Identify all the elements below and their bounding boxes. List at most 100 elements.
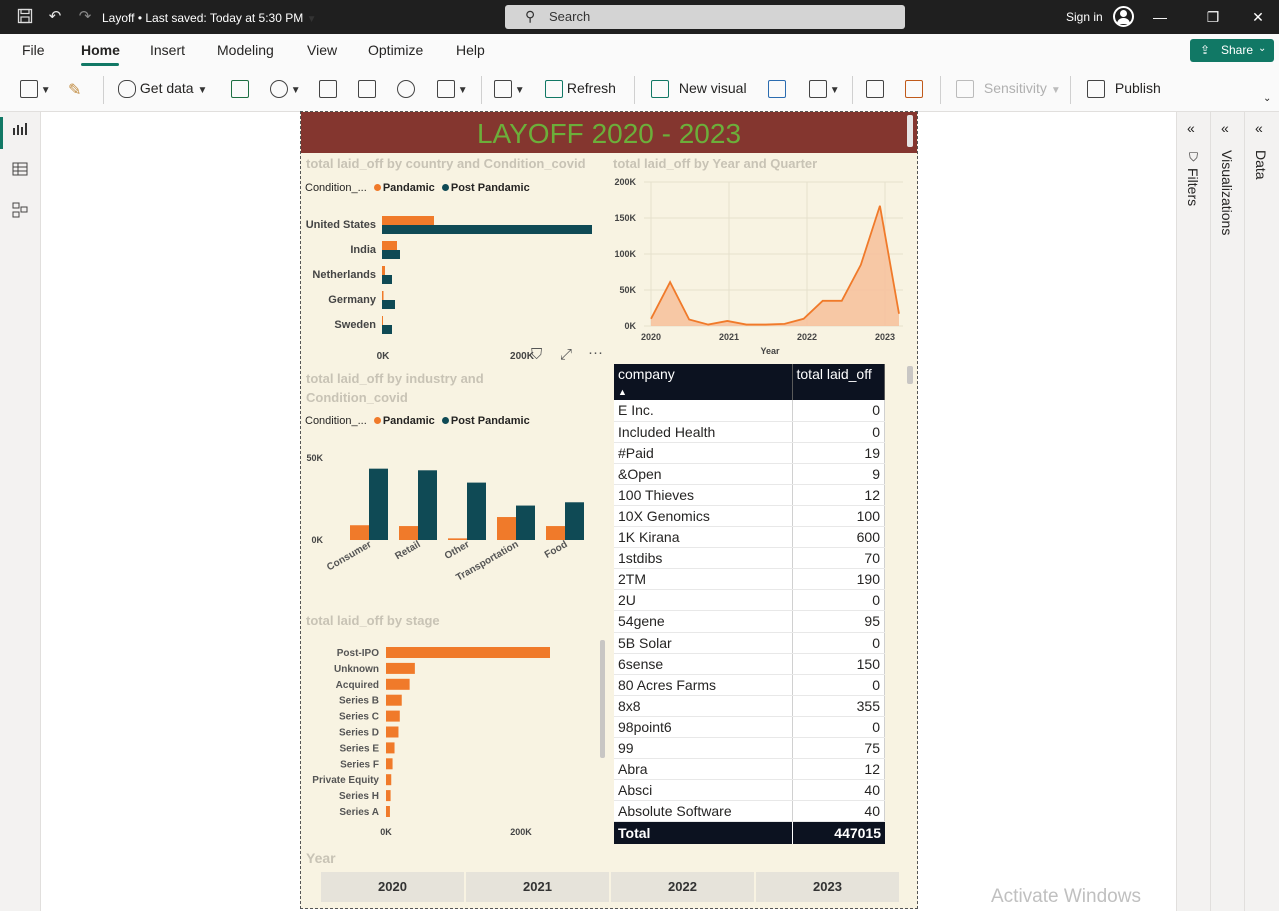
report-view-icon[interactable] <box>11 122 29 138</box>
table-row[interactable]: 1stdibs 70 <box>614 547 885 570</box>
sensitivity-button[interactable]: Sensitivity ▼ <box>956 80 1061 102</box>
y-tick-label: 0K <box>624 321 636 331</box>
stage-bar <box>386 790 391 802</box>
filter-icon[interactable]: ⛉ <box>531 346 542 363</box>
country-bar-chart[interactable]: United States India Netherlands Germany Swed… <box>301 204 609 364</box>
menu-optimize[interactable]: Optimize <box>368 42 423 58</box>
table-row[interactable]: 6sense 150 <box>614 653 885 675</box>
table-row[interactable]: 1K Kirana 600 <box>614 526 885 549</box>
table-row[interactable]: 98point6 0 <box>614 716 885 739</box>
table-scrollbar[interactable] <box>907 366 913 384</box>
table-row[interactable]: Included Health 0 <box>614 421 885 443</box>
table-row[interactable]: 80 Acres Farms 0 <box>614 674 885 696</box>
menu-view[interactable]: View <box>307 42 337 58</box>
company-cell: Abra <box>614 758 793 781</box>
queries-button[interactable]: ▼ <box>494 80 525 102</box>
column-header-company[interactable]: company ▲ <box>614 364 793 400</box>
stage-tick-label: Series B <box>339 696 379 707</box>
paste-button[interactable]: ▼ <box>20 80 51 102</box>
recent-sources-button[interactable] <box>397 80 415 102</box>
table-row[interactable]: E Inc. 0 <box>614 400 885 422</box>
table-row[interactable]: 54gene 95 <box>614 610 885 633</box>
minimize-icon[interactable]: — <box>1150 8 1170 26</box>
laid-off-cell: 0 <box>792 632 885 654</box>
undo-icon[interactable]: ↶ <box>46 8 64 26</box>
slicer-year-2020[interactable]: 2020 <box>321 872 464 902</box>
company-cell: 80 Acres Farms <box>614 674 793 696</box>
expand-filters-icon[interactable]: « <box>1187 120 1195 136</box>
new-measure-button[interactable] <box>866 80 884 102</box>
menu-modeling[interactable]: Modeling <box>217 42 274 58</box>
publish-icon <box>1087 80 1105 99</box>
model-view-icon[interactable] <box>11 202 29 218</box>
legend-title: Condition_... <box>305 415 367 427</box>
table-view-icon[interactable] <box>11 162 29 178</box>
redo-icon[interactable]: ↷ <box>76 8 94 26</box>
table-row[interactable]: Absolute Software 40 <box>614 800 885 823</box>
expand-data-icon[interactable]: « <box>1255 120 1263 136</box>
table-row[interactable]: 99 75 <box>614 737 885 760</box>
bar-post-pandemic <box>382 325 392 334</box>
format-painter-icon[interactable]: ✎ <box>68 80 81 102</box>
table-row[interactable]: &Open 9 <box>614 463 885 485</box>
more-options-icon[interactable]: ··· <box>588 344 603 361</box>
dataverse-button[interactable] <box>319 80 337 102</box>
share-button[interactable]: ⇪ Share ⌄ <box>1190 39 1274 62</box>
stage-scrollbar[interactable] <box>600 640 605 758</box>
stage-bar-chart[interactable]: Post-IPO Unknown Acquired Series B Series C S… <box>301 634 601 844</box>
legend-post-pandemic: Post Pandamic <box>450 182 530 194</box>
refresh-button[interactable]: Refresh <box>545 80 616 102</box>
slicer-year-2023[interactable]: 2023 <box>756 872 899 902</box>
bar-pandemic <box>382 266 385 275</box>
table-row[interactable]: 100 Thieves 12 <box>614 484 885 506</box>
text-box-button[interactable] <box>768 80 786 102</box>
page-scrollbar[interactable] <box>907 115 913 147</box>
enter-data-button[interactable] <box>358 80 376 102</box>
y-tick-label: 150K <box>614 213 636 223</box>
save-icon[interactable] <box>16 8 34 26</box>
focus-mode-icon[interactable]: ⤢ <box>560 346 572 363</box>
expand-visualizations-icon[interactable]: « <box>1221 120 1229 136</box>
restore-icon[interactable]: ❐ <box>1203 8 1223 26</box>
data-pane[interactable]: « Data <box>1244 112 1278 911</box>
divider <box>852 76 853 104</box>
quick-measure-button[interactable] <box>905 80 923 102</box>
slicer-year-2021[interactable]: 2021 <box>466 872 609 902</box>
refresh-icon <box>545 80 563 99</box>
close-icon[interactable]: ✕ <box>1248 8 1268 26</box>
menu-insert[interactable]: Insert <box>150 42 185 58</box>
filters-pane[interactable]: « ⛉ Filters <box>1176 112 1210 911</box>
visualizations-pane[interactable]: « Visualizations <box>1210 112 1244 911</box>
industry-column-chart[interactable]: 50K0K Consumer Retail OtherTransportation Fo… <box>301 442 609 607</box>
sign-in-link[interactable]: Sign in <box>1066 10 1103 24</box>
menu-home[interactable]: Home <box>81 42 120 58</box>
new-visual-button[interactable]: New visual <box>651 80 747 102</box>
table-row[interactable]: Abra 12 <box>614 758 885 781</box>
year-area-chart[interactable]: 0K 50K 100K 150K 200K 2020 2021 2022 2023 Year <box>607 174 915 360</box>
stage-tick-label: Series D <box>339 728 379 739</box>
table-row[interactable]: 2TM 190 <box>614 568 885 591</box>
company-cell: 54gene <box>614 610 793 633</box>
search-box[interactable]: ⚲ Search <box>505 5 905 29</box>
table-row[interactable]: #Paid 19 <box>614 442 885 464</box>
column-header-total[interactable]: total laid_off <box>792 364 885 400</box>
table-row[interactable]: 10X Genomics 100 <box>614 505 885 528</box>
publish-button[interactable]: Publish <box>1087 80 1161 102</box>
table-row[interactable]: 2U 0 <box>614 589 885 612</box>
avatar-icon[interactable] <box>1113 6 1134 27</box>
menu-file[interactable]: File <box>22 42 45 58</box>
stage-bar <box>386 758 393 770</box>
transform-data-button[interactable]: ▼ <box>437 80 468 102</box>
menu-help[interactable]: Help <box>456 42 485 58</box>
table-row[interactable]: 5B Solar 0 <box>614 632 885 654</box>
table-row[interactable]: 8x8 355 <box>614 695 885 717</box>
more-visuals-button[interactable]: ▼ <box>809 80 840 102</box>
excel-button[interactable] <box>231 80 249 102</box>
stage-tick-label: Private Equity <box>312 775 379 786</box>
table-row[interactable]: Absci 40 <box>614 779 885 802</box>
onelake-button[interactable]: ▼ <box>270 80 301 102</box>
slicer-year-2022[interactable]: 2022 <box>611 872 754 902</box>
divider <box>940 76 941 104</box>
document-title[interactable]: Layoff • Last saved: Today at 5:30 PM ▼ <box>102 11 316 25</box>
get-data-button[interactable]: Get data ▼ <box>118 80 207 102</box>
